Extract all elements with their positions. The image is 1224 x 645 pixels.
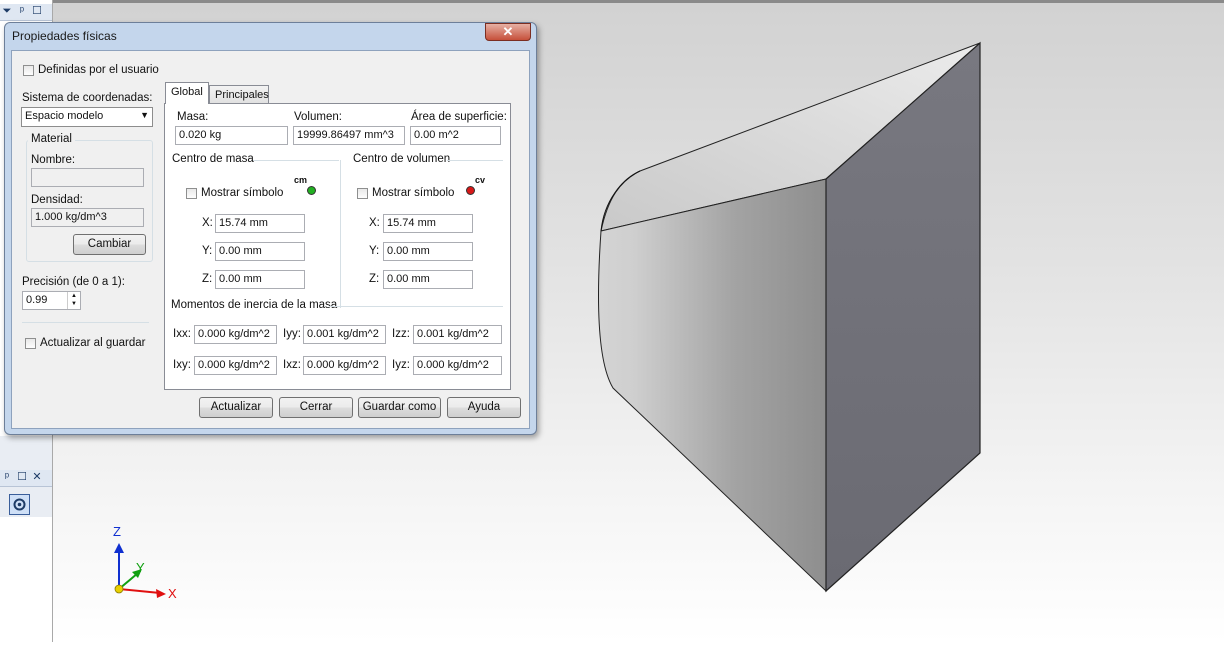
cv-symbol-icon bbox=[466, 186, 475, 195]
top-panel-titlebar: ⏷ ᵖ ☐ bbox=[0, 4, 52, 21]
ixx-label: Ixx: bbox=[173, 328, 191, 340]
ixz-field[interactable]: 0.000 kg/dm^2 bbox=[303, 356, 386, 375]
coord-system-select[interactable]: Espacio modelo ▼ bbox=[21, 107, 153, 127]
cv-z-label: Z: bbox=[369, 273, 380, 285]
divider bbox=[447, 160, 503, 161]
divider bbox=[251, 160, 339, 161]
update-on-save-checkbox[interactable] bbox=[25, 338, 36, 349]
close-icon[interactable]: ✕ bbox=[30, 470, 44, 484]
cv-x-label: X: bbox=[369, 217, 380, 229]
dialog-client-area: Definidas por el usuario Sistema de coor… bbox=[11, 50, 530, 429]
cm-y-label: Y: bbox=[202, 245, 213, 257]
coord-system-value: Espacio modelo bbox=[25, 110, 104, 122]
panel-menu-icon[interactable]: ⏷ bbox=[0, 4, 14, 18]
izz-label: Izz: bbox=[392, 328, 410, 340]
dialog-title: Propiedades físicas bbox=[12, 29, 117, 43]
change-material-button[interactable]: Cambiar bbox=[73, 234, 146, 255]
cm-x-field[interactable]: 15.74 mm bbox=[215, 214, 305, 233]
axis-origin bbox=[114, 584, 124, 594]
material-name-label: Nombre: bbox=[31, 154, 76, 166]
coord-system-label: Sistema de coordenadas: bbox=[22, 92, 153, 104]
cv-y-label: Y: bbox=[369, 245, 380, 257]
cv-x-field[interactable]: 15.74 mm bbox=[383, 214, 473, 233]
help-button[interactable]: Ayuda bbox=[447, 397, 521, 418]
spinner-up-icon[interactable]: ▲ bbox=[67, 292, 80, 300]
volume-label: Volumen: bbox=[294, 111, 342, 123]
inertia-label: Momentos de inercia de la masa bbox=[171, 299, 338, 311]
model-front-face bbox=[598, 178, 827, 593]
dialog-close-button[interactable]: ✕ bbox=[485, 23, 531, 41]
precision-spinner[interactable]: 0.99 ▲ ▼ bbox=[22, 291, 81, 310]
surface-area-label: Área de superficie: bbox=[411, 111, 507, 123]
update-on-save-label: Actualizar al guardar bbox=[40, 337, 146, 349]
ixz-label: Ixz: bbox=[283, 359, 301, 371]
material-group-label: Material bbox=[28, 133, 75, 145]
cm-x-label: X: bbox=[202, 217, 213, 229]
material-name-field[interactable] bbox=[31, 168, 144, 187]
cm-symbol-icon bbox=[307, 186, 316, 195]
mass-field[interactable]: 0.020 kg bbox=[175, 126, 288, 145]
tab-principales[interactable]: Principales bbox=[209, 85, 269, 103]
cv-z-field[interactable]: 0.00 mm bbox=[383, 270, 473, 289]
global-tab-panel: Masa: 0.020 kg Volumen: 19999.86497 mm^3… bbox=[164, 103, 511, 390]
surface-area-field[interactable]: 0.00 m^2 bbox=[410, 126, 501, 145]
close-button[interactable]: Cerrar bbox=[279, 397, 353, 418]
center-of-volume-label: Centro de volumen bbox=[353, 153, 451, 165]
chevron-down-icon: ▼ bbox=[140, 110, 149, 120]
show-cv-symbol-checkbox[interactable] bbox=[357, 188, 368, 199]
center-of-mass-label: Centro de masa bbox=[172, 153, 254, 165]
izz-field[interactable]: 0.001 kg/dm^2 bbox=[413, 325, 502, 344]
panel-separator bbox=[0, 436, 52, 470]
ixy-field[interactable]: 0.000 kg/dm^2 bbox=[194, 356, 277, 375]
show-cm-symbol-label: Mostrar símbolo bbox=[201, 187, 284, 199]
user-defined-checkbox[interactable] bbox=[23, 65, 34, 76]
iyy-label: Iyy: bbox=[283, 328, 301, 340]
bottom-panel-titlebar: ᵖ ☐ ✕ bbox=[0, 470, 52, 487]
show-cv-symbol-label: Mostrar símbolo bbox=[372, 187, 455, 199]
precision-label: Precisión (de 0 a 1): bbox=[22, 276, 125, 288]
spinner-down-icon[interactable]: ▼ bbox=[67, 300, 80, 309]
pin-icon[interactable]: ᵖ bbox=[15, 4, 29, 18]
user-defined-label: Definidas por el usuario bbox=[38, 64, 159, 76]
y-axis-label: Y bbox=[136, 560, 145, 575]
maximize-icon[interactable]: ☐ bbox=[30, 4, 44, 18]
save-as-button[interactable]: Guardar como bbox=[358, 397, 441, 418]
update-button[interactable]: Actualizar bbox=[199, 397, 273, 418]
iyz-field[interactable]: 0.000 kg/dm^2 bbox=[413, 356, 502, 375]
density-label: Densidad: bbox=[31, 194, 83, 206]
ixy-label: Ixy: bbox=[173, 359, 191, 371]
density-field[interactable]: 1.000 kg/dm^3 bbox=[31, 208, 144, 227]
divider bbox=[22, 322, 149, 323]
physical-properties-dialog: Propiedades físicas ✕ Definidas por el u… bbox=[4, 22, 537, 435]
cm-z-label: Z: bbox=[202, 273, 213, 285]
precision-value: 0.99 bbox=[26, 294, 48, 306]
volume-field[interactable]: 19999.86497 mm^3 bbox=[293, 126, 405, 145]
maximize-icon[interactable]: ☐ bbox=[15, 470, 29, 484]
iyy-field[interactable]: 0.001 kg/dm^2 bbox=[303, 325, 386, 344]
x-axis-line bbox=[118, 588, 161, 594]
cv-y-field[interactable]: 0.00 mm bbox=[383, 242, 473, 261]
pin-icon[interactable]: ᵖ bbox=[0, 470, 14, 484]
show-cm-symbol-checkbox[interactable] bbox=[186, 188, 197, 199]
mass-label: Masa: bbox=[177, 111, 209, 123]
divider bbox=[329, 306, 503, 307]
divider bbox=[340, 160, 341, 308]
x-axis-label: X bbox=[168, 586, 177, 601]
cm-symbol-text: cm bbox=[294, 175, 308, 185]
ixx-field[interactable]: 0.000 kg/dm^2 bbox=[194, 325, 277, 344]
cv-symbol-text: cv bbox=[475, 175, 486, 185]
iyz-label: Iyz: bbox=[392, 359, 410, 371]
z-axis-label: Z bbox=[113, 524, 121, 539]
tab-global[interactable]: Global bbox=[165, 82, 209, 104]
cm-y-field[interactable]: 0.00 mm bbox=[215, 242, 305, 261]
settings-tool-icon[interactable] bbox=[9, 494, 30, 515]
cm-z-field[interactable]: 0.00 mm bbox=[215, 270, 305, 289]
